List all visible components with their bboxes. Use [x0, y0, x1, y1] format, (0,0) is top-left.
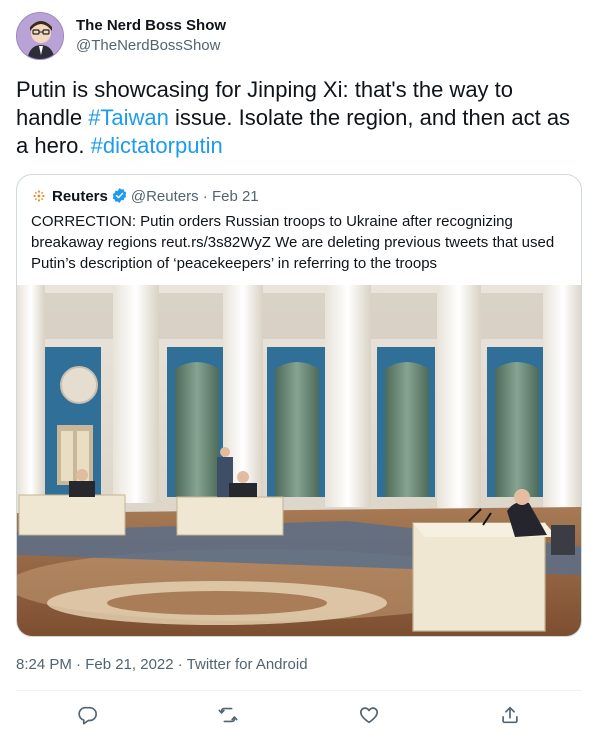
reuters-logo-icon	[31, 188, 47, 204]
retweet-icon	[218, 707, 238, 723]
actions-divider	[16, 690, 582, 691]
tweet-timestamp[interactable]: 8:24 PM · Feb 21, 2022 · Twitter for And…	[16, 656, 308, 673]
like-button[interactable]	[358, 704, 382, 728]
avatar-cartoon-icon[interactable]	[16, 12, 64, 60]
meta-separator: ·	[198, 188, 212, 205]
share-button[interactable]	[499, 704, 523, 728]
quoted-author-name[interactable]: Reuters	[52, 188, 108, 205]
reply-button[interactable]	[76, 704, 100, 728]
hashtag-taiwan-link[interactable]: #Taiwan	[88, 105, 169, 130]
author-display-name[interactable]: The Nerd Boss Show	[76, 16, 226, 35]
reply-icon	[78, 706, 97, 725]
tweet-actions-bar	[0, 700, 598, 736]
heart-icon	[359, 707, 379, 724]
hashtag-dictatorputin-link[interactable]: #dictatorputin	[91, 133, 223, 158]
quoted-tweet-header: Reuters @Reuters · Feb 21	[31, 187, 259, 207]
tweet-text: Putin is showcasing for Jinping Xi: that…	[16, 76, 582, 160]
share-icon	[502, 706, 518, 724]
quoted-author-handle[interactable]: @Reuters	[131, 188, 199, 205]
quoted-tweet[interactable]: Reuters @Reuters · Feb 21 CORRECTION: Pu…	[16, 174, 582, 637]
quoted-tweet-text: CORRECTION: Putin orders Russian troops …	[31, 213, 555, 272]
quoted-date[interactable]: Feb 21	[212, 188, 259, 205]
retweet-button[interactable]	[217, 704, 241, 728]
verified-badge-icon	[111, 187, 128, 204]
quoted-tweet-photo[interactable]	[17, 285, 582, 637]
tweet-header: The Nerd Boss Show @TheNerdBossShow	[16, 12, 576, 62]
author-handle[interactable]: @TheNerdBossShow	[76, 36, 226, 55]
